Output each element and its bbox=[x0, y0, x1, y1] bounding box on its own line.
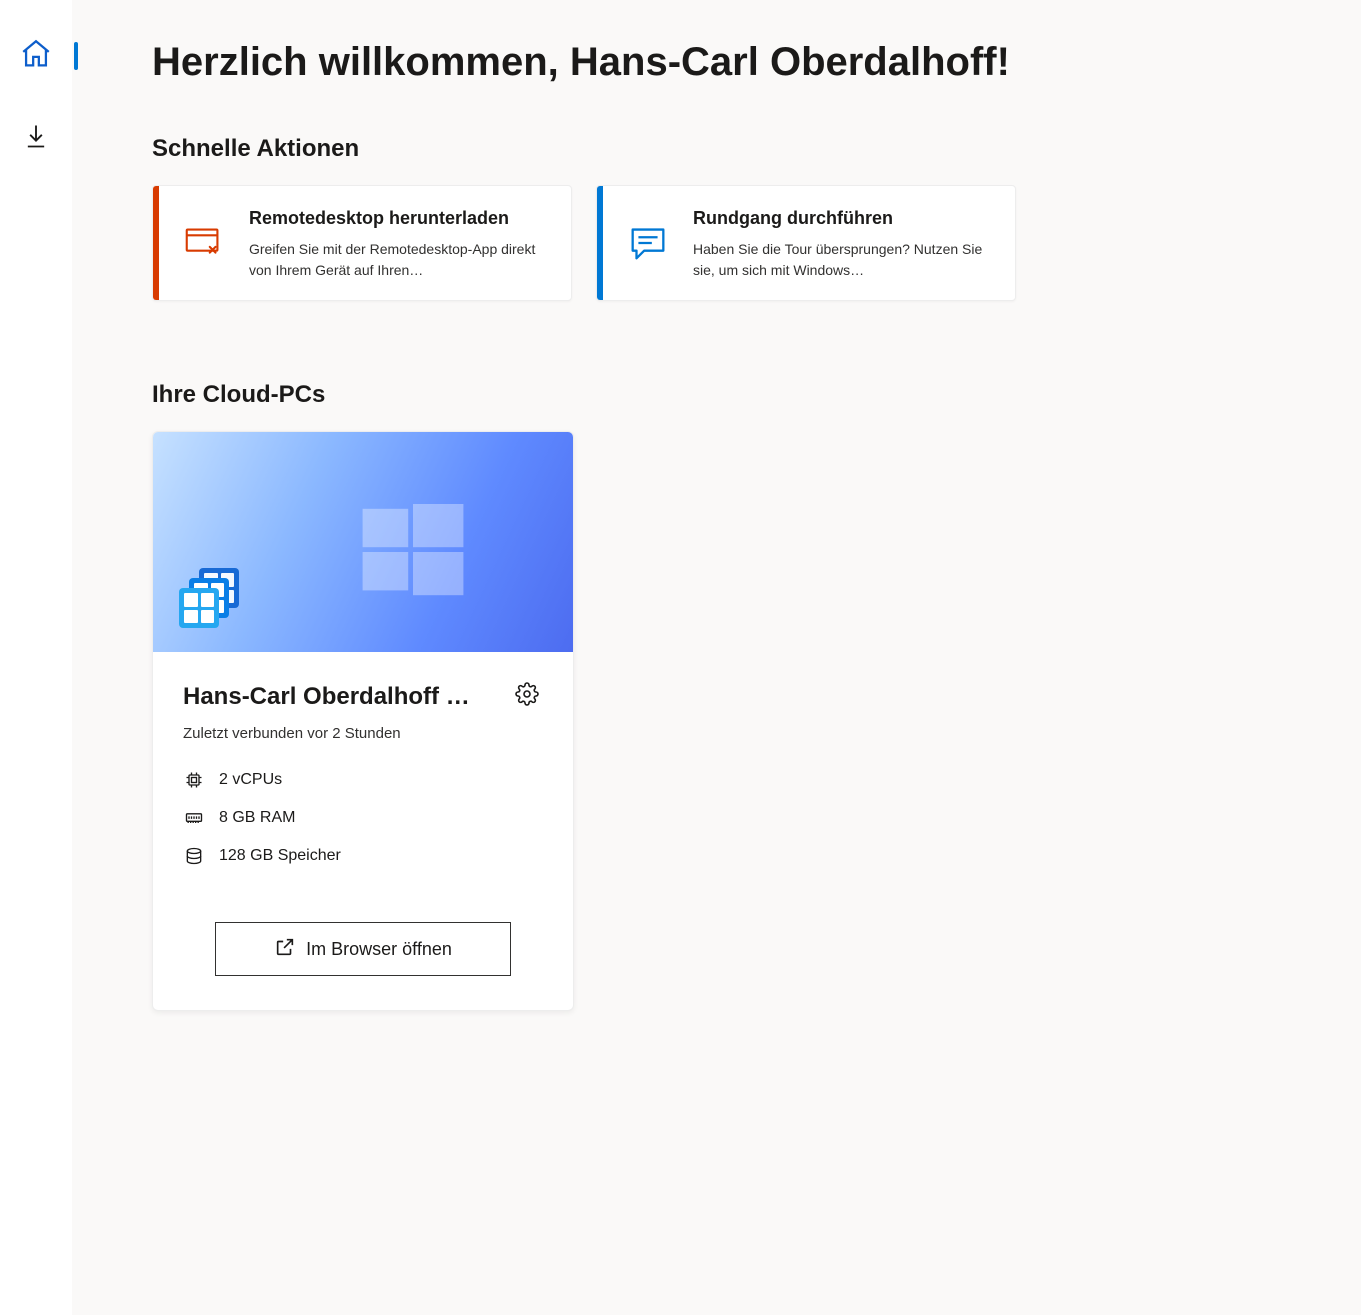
cpu-icon bbox=[183, 770, 205, 790]
spec-ram-value: 8 GB RAM bbox=[219, 809, 295, 827]
open-in-browser-button[interactable]: Im Browser öffnen bbox=[215, 922, 511, 976]
spec-storage-value: 128 GB Speicher bbox=[219, 847, 341, 865]
qa-desc: Greifen Sie mit der Remotedesktop-App di… bbox=[249, 239, 553, 280]
sidebar-item-download[interactable] bbox=[0, 102, 72, 174]
open-external-icon bbox=[274, 936, 296, 963]
spec-cpu-row: 2 vCPUs bbox=[183, 770, 543, 790]
storage-icon bbox=[183, 846, 205, 866]
cloud-pc-hero[interactable] bbox=[153, 432, 573, 652]
ram-icon bbox=[183, 808, 205, 828]
quick-action-tour[interactable]: Rundgang durchführen Haben Sie die Tour … bbox=[596, 185, 1016, 301]
cloud-pc-title: Hans-Carl Oberdalhoff … bbox=[183, 683, 470, 711]
gear-icon bbox=[515, 693, 539, 710]
qa-title: Remotedesktop herunterladen bbox=[249, 208, 553, 229]
spec-cpu-value: 2 vCPUs bbox=[219, 771, 282, 789]
qa-desc: Haben Sie die Tour übersprungen? Nutzen … bbox=[693, 239, 997, 280]
chat-icon bbox=[603, 186, 693, 300]
cloud-pc-stack-icon bbox=[177, 568, 239, 628]
download-icon bbox=[22, 122, 50, 155]
cloud-pcs-heading: Ihre Cloud-PCs bbox=[152, 381, 1301, 409]
remote-desktop-icon bbox=[159, 186, 249, 300]
quick-actions-row: Remotedesktop herunterladen Greifen Sie … bbox=[152, 185, 1301, 301]
windows-logo-watermark bbox=[353, 492, 473, 617]
sidebar-item-home[interactable] bbox=[0, 20, 72, 92]
spec-ram-row: 8 GB RAM bbox=[183, 808, 543, 828]
home-icon bbox=[19, 37, 53, 76]
cloud-pc-subtitle: Zuletzt verbunden vor 2 Stunden bbox=[183, 725, 543, 742]
sidebar bbox=[0, 0, 72, 1315]
main-content: Herzlich willkommen, Hans-Carl Oberdalho… bbox=[72, 0, 1361, 1315]
open-in-browser-label: Im Browser öffnen bbox=[306, 939, 452, 960]
page-title: Herzlich willkommen, Hans-Carl Oberdalho… bbox=[152, 40, 1301, 85]
qa-title: Rundgang durchführen bbox=[693, 208, 997, 229]
quick-actions-section: Schnelle Aktionen Remotedesktop herunter… bbox=[152, 135, 1301, 301]
cloud-pc-card: Hans-Carl Oberdalhoff … Zuletzt verbunde… bbox=[152, 431, 574, 1011]
cloud-pcs-section: Ihre Cloud-PCs bbox=[152, 381, 1301, 1011]
spec-storage-row: 128 GB Speicher bbox=[183, 846, 543, 866]
quick-actions-heading: Schnelle Aktionen bbox=[152, 135, 1301, 163]
cloud-pc-settings-button[interactable] bbox=[511, 678, 543, 715]
quick-action-download-rd[interactable]: Remotedesktop herunterladen Greifen Sie … bbox=[152, 185, 572, 301]
